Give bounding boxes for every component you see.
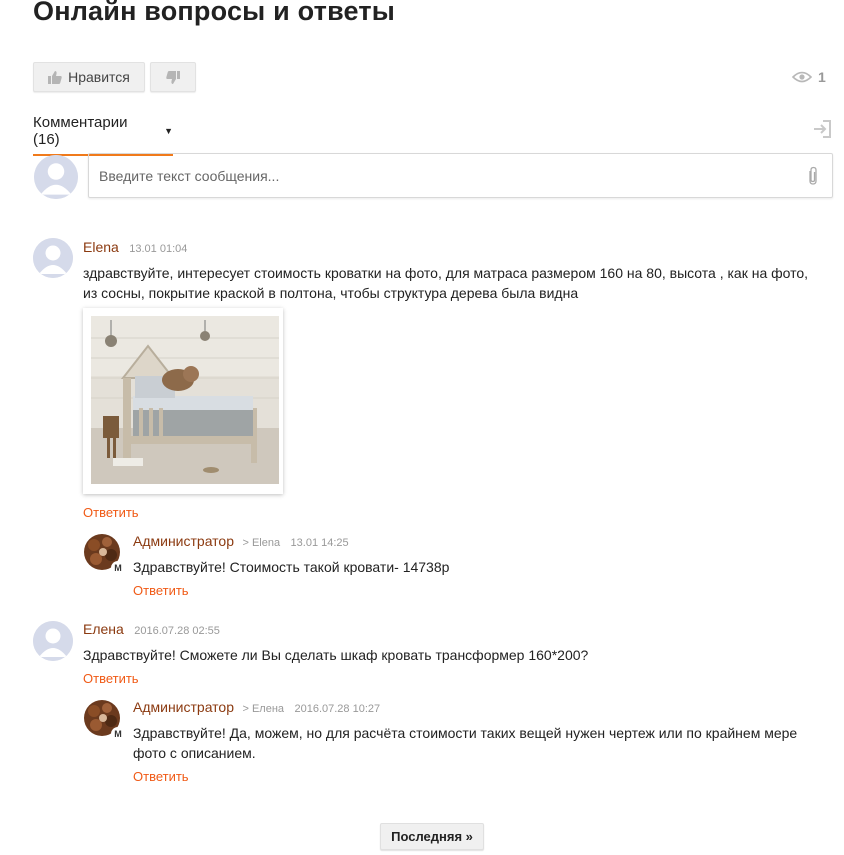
reply-comment: Администратор > Elena 13.01 14:25 Здравс… — [133, 533, 813, 577]
views-count: 1 — [818, 69, 826, 85]
message-input[interactable] — [89, 154, 789, 197]
comment: Elena 13.01 01:04 здравствуйте, интересу… — [83, 239, 813, 303]
comment-avatar — [33, 621, 73, 661]
reply-author[interactable]: Администратор — [133, 533, 234, 549]
admin-badge: M — [111, 561, 125, 575]
reply-date: 13.01 14:25 — [290, 537, 349, 549]
reply-text: Здравствуйте! Стоимость такой кровати- 1… — [133, 559, 450, 575]
paperclip-icon[interactable] — [806, 166, 820, 191]
page-title: Онлайн вопросы и ответы — [33, 0, 396, 26]
login-icon[interactable] — [812, 119, 832, 144]
reply-author[interactable]: Администратор — [133, 699, 234, 715]
reply-link[interactable]: Ответить — [133, 769, 189, 784]
caret-down-icon: ▼ — [164, 126, 173, 136]
eye-icon — [792, 71, 812, 83]
like-button[interactable]: Нравится — [33, 62, 145, 92]
reply-date: 2016.07.28 10:27 — [294, 703, 381, 715]
reply-text: Здравствуйте! Да, можем, но для расчёта … — [133, 725, 798, 761]
reply-to: > Елена — [242, 703, 285, 715]
dislike-button[interactable] — [150, 62, 196, 92]
comment-date: 13.01 01:04 — [129, 243, 188, 255]
comment: Елена 2016.07.28 02:55 Здравствуйте! Смо… — [83, 621, 813, 665]
views-counter: 1 — [792, 69, 826, 85]
reply-comment: Администратор > Елена 2016.07.28 10:27 З… — [133, 699, 813, 763]
thumbs-up-icon — [48, 70, 62, 84]
last-page-button[interactable]: Последняя » — [380, 823, 484, 850]
current-user-avatar — [34, 155, 78, 199]
comments-tab[interactable]: Комментарии (16) ▼ — [33, 114, 173, 156]
like-label: Нравится — [68, 69, 130, 85]
thumbs-down-icon — [166, 70, 180, 84]
reply-link[interactable]: Ответить — [83, 671, 139, 686]
comment-text: Здравствуйте! Сможете ли Вы сделать шкаф… — [83, 647, 589, 663]
reply-link[interactable]: Ответить — [83, 505, 139, 520]
comment-author[interactable]: Елена — [83, 621, 124, 637]
reply-link[interactable]: Ответить — [133, 583, 189, 598]
comments-tab-label: Комментарии (16) — [33, 114, 128, 148]
admin-avatar: M — [83, 699, 125, 741]
reply-to: > Elena — [242, 537, 281, 549]
comment-text: здравствуйте, интересует стоимость крова… — [83, 265, 809, 301]
comment-author[interactable]: Elena — [83, 239, 119, 255]
message-composer — [88, 153, 833, 198]
comment-photo[interactable] — [83, 308, 283, 494]
comment-avatar — [33, 238, 73, 278]
admin-badge: M — [111, 727, 125, 741]
admin-avatar: M — [83, 533, 125, 575]
comment-date: 2016.07.28 02:55 — [134, 625, 220, 637]
